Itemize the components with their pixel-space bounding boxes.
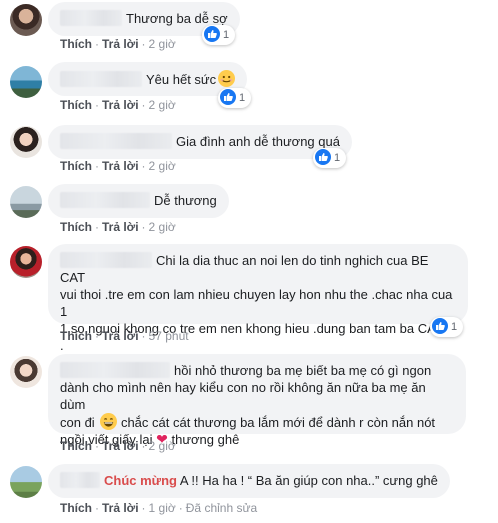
like-link[interactable]: Thích xyxy=(60,329,92,343)
reaction-count[interactable]: 1 xyxy=(218,88,252,108)
comment-text: Yêu hết sức xyxy=(146,72,217,87)
comment-actions: Thích · Trả lời · 2 giờ xyxy=(60,98,176,112)
commenter-name[interactable] xyxy=(60,71,142,87)
reaction-count[interactable]: 1 xyxy=(430,317,464,337)
comment-actions: Thích · Trả lời · 2 giờ xyxy=(60,439,176,453)
like-link[interactable]: Thích xyxy=(60,439,92,453)
like-link[interactable]: Thích xyxy=(60,159,92,173)
timestamp[interactable]: 57 phút xyxy=(149,329,189,343)
comment-actions: Thích · Trả lời · 2 giờ xyxy=(60,37,176,51)
comment-text-line-2: vui thoi .tre em con lam nhieu chuyen la… xyxy=(60,287,453,319)
like-icon xyxy=(432,318,448,334)
tagged-highlight[interactable]: Chúc mừng xyxy=(104,473,177,488)
comment-bubble: Chúc mừng A !! Ha ha ! “ Ba ăn giúp con … xyxy=(48,464,450,498)
comment-text-line-3b: chắc cát cát thương ba lắm mới để dành r… xyxy=(120,415,436,430)
like-link[interactable]: Thích xyxy=(60,220,92,234)
timestamp[interactable]: 2 giờ xyxy=(149,98,176,112)
comment-text: Thương ba dễ sợ xyxy=(126,11,228,26)
avatar[interactable] xyxy=(10,356,42,388)
comment-text-line-1: hồi nhỏ thương ba mẹ biết ba mẹ có gì ng… xyxy=(174,363,432,378)
like-icon xyxy=(220,89,236,105)
reaction-count[interactable]: 1 xyxy=(202,25,236,45)
comment-actions: Thích · Trả lời · 57 phút xyxy=(60,329,189,343)
like-link[interactable]: Thích xyxy=(60,501,92,515)
reply-link[interactable]: Trả lời xyxy=(102,329,139,343)
comment-bubble: Chi la dia thuc an noi len do tinh nghic… xyxy=(48,244,468,353)
avatar[interactable] xyxy=(10,4,42,36)
smiling-face-icon xyxy=(218,70,236,87)
reply-link[interactable]: Trả lời xyxy=(102,439,139,453)
avatar[interactable] xyxy=(10,246,42,278)
timestamp[interactable]: 2 giờ xyxy=(149,220,176,234)
commenter-name[interactable] xyxy=(60,192,150,208)
reply-link[interactable]: Trả lời xyxy=(102,220,139,234)
avatar[interactable] xyxy=(10,66,42,98)
commenter-name[interactable] xyxy=(60,252,152,268)
edited-label[interactable]: Đã chỉnh sửa xyxy=(186,501,257,515)
avatar[interactable] xyxy=(10,186,42,218)
commenter-name[interactable] xyxy=(60,133,172,149)
like-link[interactable]: Thích xyxy=(60,98,92,112)
like-icon xyxy=(315,149,331,165)
commenter-name[interactable] xyxy=(60,10,122,26)
reply-link[interactable]: Trả lời xyxy=(102,159,139,173)
reply-link[interactable]: Trả lời xyxy=(102,501,139,515)
comment-text: A !! Ha ha ! “ Ba ăn giúp con nha..” cưn… xyxy=(176,473,438,488)
reaction-count[interactable]: 1 xyxy=(313,148,347,168)
timestamp[interactable]: 1 giờ xyxy=(149,501,176,515)
avatar[interactable] xyxy=(10,126,42,158)
timestamp[interactable]: 2 giờ xyxy=(149,37,176,51)
like-icon xyxy=(204,26,220,42)
commenter-name[interactable] xyxy=(60,362,170,378)
comment-bubble: Gia đình anh dễ thương quá xyxy=(48,125,352,159)
comment-text-line-4b: thương ghê xyxy=(171,432,240,447)
timestamp[interactable]: 2 giờ xyxy=(149,159,176,173)
like-link[interactable]: Thích xyxy=(60,37,92,51)
reply-link[interactable]: Trả lời xyxy=(102,37,139,51)
grinning-face-icon xyxy=(100,413,118,430)
comment-text: Dễ thương xyxy=(154,193,217,208)
timestamp[interactable]: 2 giờ xyxy=(149,439,176,453)
reply-link[interactable]: Trả lời xyxy=(102,98,139,112)
comment-text-line-3a: con đi xyxy=(60,415,95,430)
comment-actions: Thích · Trả lời · 1 giờ · Đã chỉnh sửa xyxy=(60,501,258,515)
commenter-name[interactable] xyxy=(60,472,100,488)
comment-bubble: hồi nhỏ thương ba mẹ biết ba mẹ có gì ng… xyxy=(48,354,466,447)
comment-bubble: Dễ thương xyxy=(48,184,229,218)
comment-text: Gia đình anh dễ thương quá xyxy=(176,134,340,149)
comment-bubble: Yêu hết sức xyxy=(48,62,248,96)
comment-actions: Thích · Trả lời · 2 giờ xyxy=(60,159,176,173)
avatar[interactable] xyxy=(10,466,42,498)
comment-text-line-2: dành cho mình nên hay kiểu con no rồi kh… xyxy=(60,380,426,412)
comment-actions: Thích · Trả lời · 2 giờ xyxy=(60,220,176,234)
